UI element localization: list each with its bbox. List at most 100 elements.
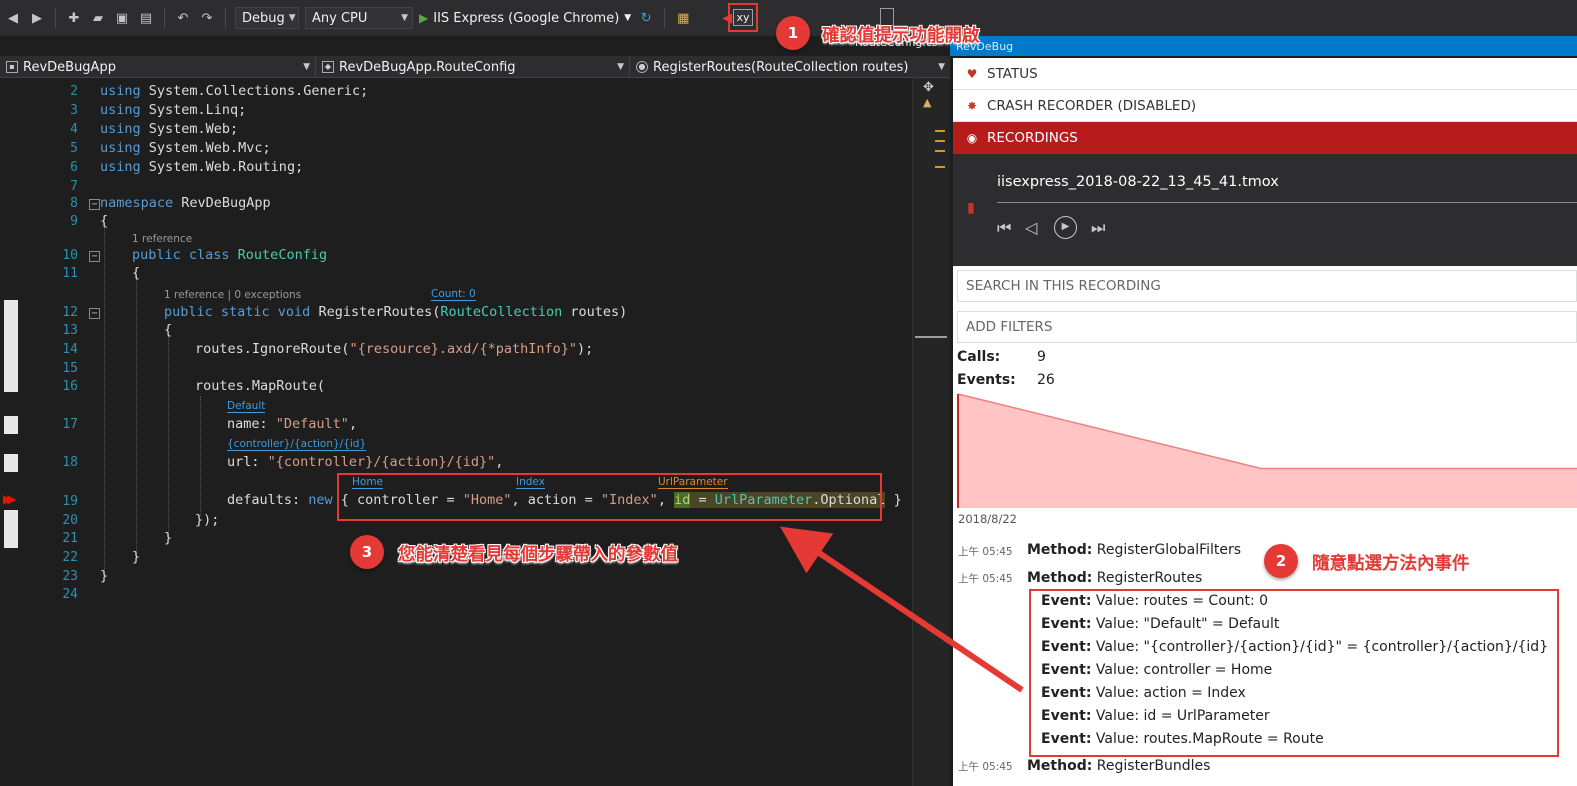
method-row[interactable]: Method: RegisterBundles [1027, 758, 1210, 774]
chevron-down-icon: ▼ [288, 13, 296, 23]
calls-stat: Calls: 9 [957, 349, 1046, 365]
member-dropdown[interactable]: ● RegisterRoutes(RouteCollection routes)… [630, 56, 950, 78]
line-number: 20 [62, 513, 78, 528]
bug-icon: ✸ [966, 98, 978, 113]
code-text: routes) [562, 304, 628, 320]
keyword: using [100, 140, 141, 156]
member-label: RegisterRoutes(RouteCollection routes) [653, 59, 909, 75]
indent-guide [168, 336, 169, 540]
code-line: } [132, 549, 140, 565]
line-number: 18 [62, 455, 78, 470]
highlight-box-events [1029, 589, 1559, 757]
redo-icon[interactable]: ↷ [198, 9, 216, 27]
code-text: { [132, 265, 141, 281]
codelens-references[interactable]: 1 reference [132, 233, 192, 245]
heartbeat-icon: ♥ [966, 66, 978, 81]
step-note: 確認值提示功能開啟 [822, 26, 980, 46]
collapse-icon[interactable]: − [89, 251, 100, 262]
code-text: , [495, 454, 504, 470]
vertical-scrollbar[interactable]: ✥ ▲ [912, 78, 950, 786]
filters-placeholder: ADD FILTERS [966, 319, 1053, 335]
code-text: System.Collections.Generic; [140, 83, 369, 99]
line-number: 17 [62, 417, 78, 432]
recordings-section[interactable]: ◉ RECORDINGS [953, 122, 1577, 154]
code-text: } [885, 492, 902, 508]
back-icon[interactable]: ◀ [4, 9, 22, 27]
method-name: RegisterBundles [1096, 758, 1211, 774]
value-hint[interactable]: Count: 0 [431, 288, 476, 301]
project-dropdown[interactable]: ▪ RevDeBugApp ▼ [0, 56, 316, 78]
class-dropdown[interactable]: ◆ RevDeBugApp.RouteConfig ▼ [316, 56, 630, 78]
platform-select[interactable]: Any CPU ▼ [305, 7, 413, 29]
xy-value-hints-button[interactable]: xy [728, 3, 758, 32]
value-hint[interactable]: Default [227, 400, 266, 413]
code-text: System.Web; [140, 121, 239, 137]
project-label: RevDeBugApp [23, 59, 116, 75]
string-literal: "{resource}.axd/{*pathInfo}" [349, 341, 578, 357]
chevron-down-icon: ▼ [938, 62, 945, 72]
event-time: 上午 05:45 [958, 761, 1013, 773]
code-line: }); [195, 512, 219, 528]
line-number: 21 [62, 531, 78, 546]
code-line: { [132, 265, 140, 281]
skip-start-icon[interactable]: ⏮ [997, 218, 1011, 238]
code-line: namespace RevDeBugApp [100, 195, 271, 211]
toolbar-separator [225, 8, 226, 28]
keyword: namespace [100, 195, 174, 211]
screen: ◀ ▶ ✚ ▰ ▣ ▤ ↶ ↷ Debug ▼ Any CPU ▼ ▶ IIS Ex… [0, 0, 1577, 786]
step-back-icon[interactable]: ◁ [1025, 218, 1037, 237]
step-note: 您能清楚看見每個步驟帶入的參數值 [398, 545, 678, 565]
keyword: using [100, 102, 141, 118]
calls-value: 9 [1037, 349, 1046, 365]
search-recording-input[interactable]: SEARCH IN THIS RECORDING [957, 270, 1577, 302]
method-name: RegisterGlobalFilters [1096, 542, 1242, 558]
refresh-icon[interactable]: ↻ [637, 9, 655, 27]
code-line: } [164, 530, 172, 546]
method-row[interactable]: Method: RegisterRoutes [1027, 570, 1202, 586]
activity-chart[interactable] [953, 392, 1577, 510]
collapse-icon[interactable]: − [89, 199, 100, 210]
save-icon[interactable]: ▣ [113, 9, 131, 27]
code-text: RegisterRoutes( [310, 304, 441, 320]
line-number: 11 [62, 266, 78, 281]
code-line: public class RouteConfig [132, 247, 327, 263]
line-number: 22 [62, 550, 78, 565]
save-all-icon[interactable]: ▤ [137, 9, 155, 27]
codelens-references[interactable]: 1 reference | 0 exceptions [164, 289, 301, 301]
chevron-down-icon: ▼ [617, 62, 624, 72]
status-section[interactable]: ♥ STATUS [953, 58, 1577, 90]
scroll-thumb[interactable] [915, 336, 947, 338]
timeline-track[interactable] [997, 202, 1577, 203]
method-row[interactable]: Method: RegisterGlobalFilters [1027, 542, 1241, 558]
add-filters-input[interactable]: ADD FILTERS [957, 311, 1577, 343]
configuration-select[interactable]: Debug ▼ [235, 7, 299, 29]
undo-icon[interactable]: ↶ [174, 9, 192, 27]
value-hint[interactable]: {controller}/{action}/{id} [227, 438, 367, 451]
open-folder-icon[interactable]: ▰ [89, 9, 107, 27]
method-label: Method: [1027, 758, 1093, 774]
platform-value: Any CPU [312, 10, 368, 26]
collapse-icon[interactable]: − [89, 308, 100, 319]
line-number: 8 [70, 196, 78, 211]
play-icon[interactable]: ▶ [1054, 216, 1077, 239]
browse-icon[interactable]: ▦ [674, 9, 692, 27]
run-button[interactable]: ▶ IIS Express (Google Chrome) ▼ [419, 11, 631, 26]
code-editor[interactable]: ▶▶ 2 3 4 5 6 7 8 9 10 11 12 13 14 15 16 … [0, 78, 912, 786]
new-project-icon[interactable]: ✚ [65, 9, 83, 27]
line-number: 6 [70, 160, 78, 175]
code-text: { [164, 322, 173, 338]
skip-end-icon[interactable]: ⏭ [1091, 218, 1105, 238]
keyword: public class [132, 247, 230, 263]
configuration-value: Debug [242, 10, 285, 26]
project-icon: ▪ [6, 61, 18, 73]
crash-recorder-section[interactable]: ✸ CRASH RECORDER (DISABLED) [953, 90, 1577, 122]
toolbar-separator [164, 8, 165, 28]
recording-filename[interactable]: iisexpress_2018-08-22_13_45_41.tmox [997, 174, 1279, 190]
forward-icon[interactable]: ▶ [28, 9, 46, 27]
toolbar-separator [55, 8, 56, 28]
status-label: STATUS [987, 65, 1038, 82]
code-line: { [164, 322, 172, 338]
split-icon[interactable]: ✥ [923, 80, 934, 95]
calls-label: Calls: [957, 349, 1001, 365]
indent-guide [136, 276, 137, 558]
